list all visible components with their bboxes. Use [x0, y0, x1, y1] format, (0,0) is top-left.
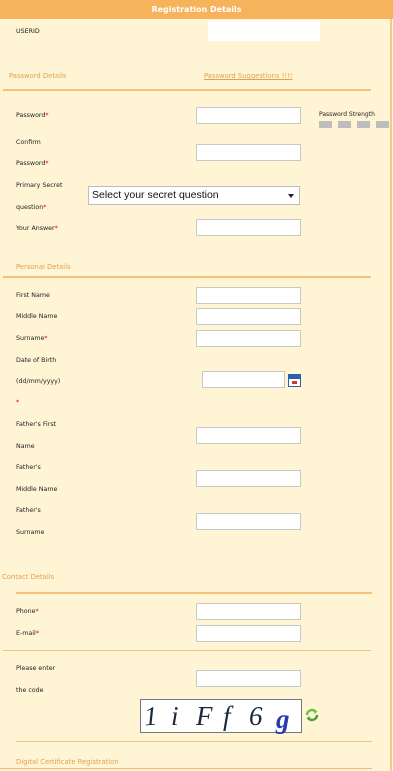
- phone-input[interactable]: [196, 603, 301, 620]
- dob-input[interactable]: [202, 371, 285, 388]
- password-strength-label: Password Strength: [319, 111, 375, 118]
- secret-question-label-line2: question*: [16, 204, 47, 211]
- father-surname-label-line1: Father's: [16, 507, 41, 514]
- userid-field[interactable]: [208, 20, 320, 41]
- password-section-title: Password Details: [9, 72, 67, 80]
- password-suggestions-link[interactable]: Password Suggestions !!!!: [204, 72, 293, 80]
- dob-required-mark: *: [16, 399, 20, 406]
- form-header: Registration Details: [0, 0, 393, 19]
- answer-input[interactable]: [196, 219, 301, 236]
- confirm-password-label-line1: Confirm: [16, 139, 41, 146]
- surname-input[interactable]: [196, 330, 301, 347]
- secret-question-select[interactable]: Select your secret question: [88, 186, 300, 205]
- captcha-char-2: i: [171, 701, 179, 731]
- password-input[interactable]: [196, 107, 301, 124]
- answer-label: Your Answer*: [16, 225, 58, 232]
- father-surname-input[interactable]: [196, 513, 301, 530]
- userid-label: USERID: [16, 28, 40, 35]
- father-surname-label-line2: Surname: [16, 529, 45, 536]
- password-strength-bar-3: [357, 121, 370, 128]
- captcha-char-4: f: [223, 701, 231, 731]
- dob-label-line2: (dd/mm/yyyy): [16, 378, 61, 385]
- father-first-name-label-line1: Father's First: [16, 421, 57, 428]
- right-frame-border: [390, 19, 392, 771]
- refresh-icon[interactable]: [304, 707, 320, 723]
- father-first-name-label-line2: Name: [16, 443, 35, 450]
- captcha-char-3: F: [196, 701, 213, 731]
- father-middle-name-input[interactable]: [196, 470, 301, 487]
- contact-section-title: Contact Details: [2, 573, 55, 581]
- captcha-image: 1 i F f 6 g: [140, 699, 302, 734]
- first-name-label: First Name: [16, 292, 50, 299]
- middle-name-input[interactable]: [196, 308, 301, 325]
- password-strength-bar-1: [319, 121, 332, 128]
- captcha-input[interactable]: [196, 670, 301, 687]
- captcha-divider-top: [3, 650, 371, 651]
- father-middle-name-label-line2: Middle Name: [16, 486, 58, 493]
- surname-label: Surname*: [16, 335, 48, 342]
- captcha-char-6: g: [276, 704, 290, 734]
- phone-label: Phone*: [16, 608, 39, 615]
- middle-name-label: Middle Name: [16, 313, 58, 320]
- secret-question-selected-value: Select your secret question: [92, 189, 219, 201]
- personal-section-divider: [3, 276, 371, 278]
- email-label: E-mail*: [16, 630, 39, 637]
- father-middle-name-label-line1: Father's: [16, 464, 41, 471]
- bottom-divider: [0, 768, 372, 769]
- captcha-prompt-line1: Please enter: [16, 665, 56, 672]
- email-input[interactable]: [196, 625, 301, 642]
- password-label: Password*: [16, 112, 49, 119]
- password-section-divider: [3, 89, 371, 91]
- password-strength-bar-4: [376, 121, 389, 128]
- calendar-icon[interactable]: [288, 374, 301, 387]
- password-strength-bar-2: [338, 121, 351, 128]
- certificate-section-title: Digital Certificate Registration: [16, 758, 119, 766]
- captcha-char-1: 1: [142, 700, 159, 732]
- first-name-input[interactable]: [196, 287, 301, 304]
- father-first-name-input[interactable]: [196, 427, 301, 444]
- secret-question-label-line1: Primary Secret: [16, 182, 63, 189]
- captcha-char-5: 6: [249, 701, 263, 731]
- contact-section-divider: [16, 592, 372, 594]
- dob-label-line1: Date of Birth: [16, 357, 57, 364]
- confirm-password-label-line2: Password*: [16, 160, 49, 167]
- captcha-prompt-line2: the code: [16, 687, 44, 694]
- dropdown-caret-icon: [288, 194, 294, 198]
- certificate-divider: [16, 741, 372, 742]
- personal-section-title: Personal Details: [16, 263, 71, 271]
- confirm-password-input[interactable]: [196, 144, 301, 161]
